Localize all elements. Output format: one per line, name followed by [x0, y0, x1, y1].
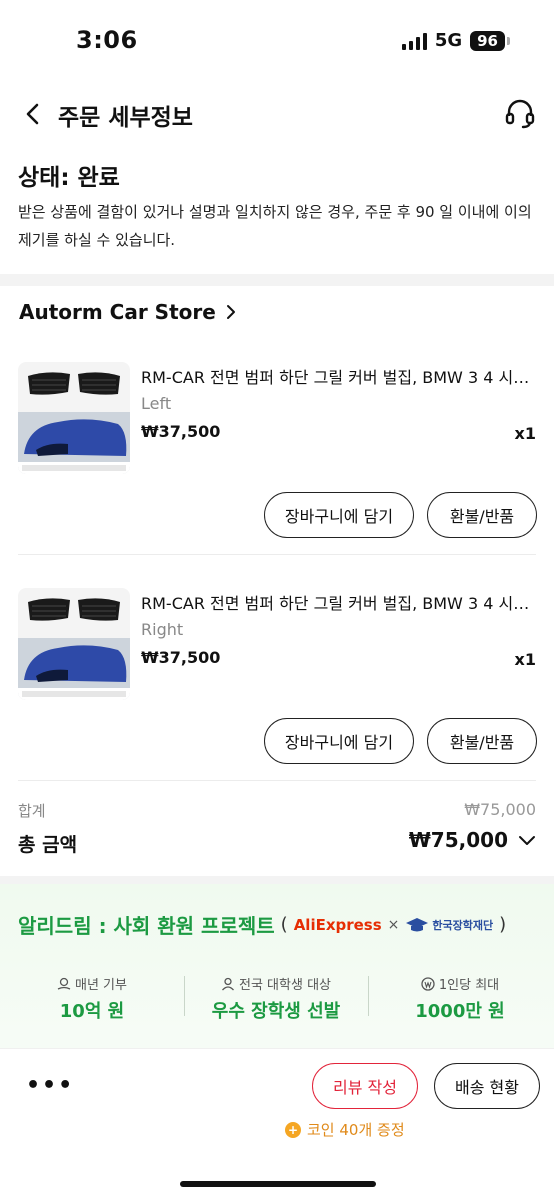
- subtotal-value: ₩75,000: [464, 800, 536, 819]
- promo-stat: 전국 대학생 대상 우수 장학생 선발: [184, 974, 368, 1023]
- section-divider: [0, 876, 554, 884]
- promo-banner[interactable]: 알리드림 : 사회 환원 프로젝트 ( AliExpress × 한국장학재단 …: [0, 884, 554, 1060]
- stat-label: 1인당 최대: [438, 978, 500, 993]
- item-quantity: x1: [514, 424, 536, 443]
- total-value: ₩75,000: [408, 828, 508, 852]
- store-link[interactable]: Autorm Car Store: [19, 300, 238, 324]
- write-review-button[interactable]: 리뷰 작성: [312, 1063, 418, 1109]
- back-button[interactable]: [18, 98, 50, 130]
- store-name: Autorm Car Store: [19, 300, 216, 324]
- item-title[interactable]: RM-CAR 전면 범퍼 하단 그릴 커버 벌집, BMW 3 4 시리즈 M3…: [141, 590, 537, 614]
- total-expand-toggle[interactable]: ₩75,000: [409, 828, 536, 852]
- item-title[interactable]: RM-CAR 전면 범퍼 하단 그릴 커버 벌집, BMW 3 4 시리즈 M3…: [141, 364, 537, 388]
- subtotal-label: 합계: [18, 802, 46, 820]
- network-type: 5G: [434, 30, 463, 51]
- signal-icon: [401, 32, 427, 50]
- chevron-left-icon: [26, 103, 39, 125]
- battery-icon: 96: [470, 30, 505, 51]
- chevron-right-icon: [226, 305, 235, 319]
- person-icon: [222, 977, 234, 990]
- won-coin-icon: [421, 976, 435, 991]
- stat-value: 10억 원: [59, 1001, 125, 1022]
- aliexpress-logo: AliExpress: [293, 915, 382, 934]
- headset-icon: [505, 99, 535, 129]
- item-divider: [18, 780, 536, 781]
- product-image: [18, 362, 130, 474]
- status-indicators: 5G 96: [401, 30, 510, 51]
- promo-paren-close: ): [499, 914, 507, 935]
- item-variant: Left: [141, 394, 172, 413]
- stat-label: 전국 대학생 대상: [239, 978, 331, 993]
- item-price: ₩37,500: [141, 648, 221, 667]
- battery-cap: [507, 36, 510, 45]
- stat-value: 우수 장학생 선발: [211, 1001, 341, 1022]
- graduation-cap-icon: [406, 917, 429, 931]
- coin-reward-text: 코인 40개 증정: [307, 1121, 405, 1139]
- promo-title: 알리드림 : 사회 환원 프로젝트: [18, 914, 275, 938]
- add-to-cart-button[interactable]: 장바구니에 담기: [264, 492, 414, 538]
- add-to-cart-button[interactable]: 장바구니에 담기: [264, 718, 414, 764]
- promo-header: 알리드림 : 사회 환원 프로젝트 ( AliExpress × 한국장학재단 …: [18, 910, 506, 939]
- stat-label: 매년 기부: [75, 978, 127, 993]
- coin-icon: +: [285, 1121, 301, 1138]
- times-sign: ×: [387, 916, 400, 933]
- product-thumbnail[interactable]: [18, 588, 130, 700]
- promo-stat: 매년 기부 10억 원: [0, 974, 184, 1023]
- shipping-status-button[interactable]: 배송 현황: [434, 1063, 540, 1109]
- refund-return-button[interactable]: 환불/반품: [427, 492, 537, 538]
- stat-value: 1000만 원: [415, 1001, 505, 1022]
- coin-reward: + 코인 40개 증정: [285, 1119, 405, 1140]
- page-header: 주문 세부정보: [0, 88, 554, 144]
- order-status-description: 받은 상품에 결함이 있거나 설명과 일치하지 않은 경우, 주문 후 90 일…: [18, 203, 532, 249]
- status-time: 3:06: [76, 26, 138, 54]
- chevron-down-icon: [519, 836, 535, 845]
- refund-return-button[interactable]: 환불/반품: [427, 718, 537, 764]
- promo-paren-open: (: [280, 914, 288, 935]
- promo-stat: 1인당 최대 1000만 원: [368, 974, 552, 1023]
- total-label: 총 금액: [18, 834, 78, 856]
- item-quantity: x1: [514, 650, 536, 669]
- page-title: 주문 세부정보: [58, 105, 193, 131]
- kosaf-logo: 한국장학재단: [405, 917, 493, 933]
- customer-support-button[interactable]: [502, 96, 538, 132]
- home-indicator: [180, 1181, 376, 1187]
- donation-icon: [57, 977, 71, 990]
- item-price: ₩37,500: [141, 422, 221, 441]
- promo-stats: 매년 기부 10억 원 전국 대학생 대상 우수 장학생 선발 1인당 최대 1…: [0, 974, 554, 1023]
- bottom-action-bar: ••• 리뷰 작성 배송 현황 + 코인 40개 증정: [0, 1048, 554, 1200]
- section-divider: [0, 274, 554, 286]
- order-status-title: 상태: 완료: [18, 165, 120, 191]
- product-image: [18, 588, 130, 700]
- partner-name: 한국장학재단: [432, 918, 494, 932]
- status-bar: 3:06 5G 96: [0, 0, 554, 80]
- item-divider: [18, 554, 536, 555]
- product-thumbnail[interactable]: [18, 362, 130, 474]
- item-variant: Right: [141, 620, 184, 639]
- more-options-button[interactable]: •••: [26, 1073, 74, 1098]
